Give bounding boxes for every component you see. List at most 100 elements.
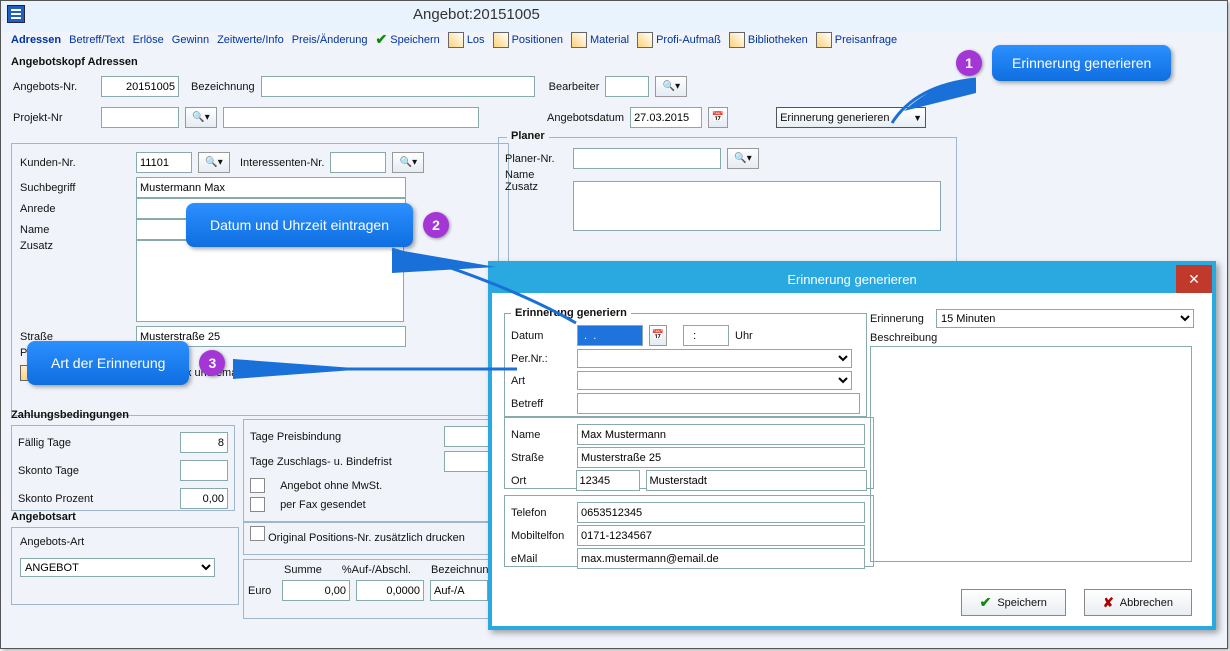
preis-box: Tage Preisbindung Tage Zuschlags- u. Bin…	[243, 419, 497, 523]
menu-profi[interactable]: Profi-Aufmaß	[637, 31, 721, 48]
summe-hdr: Summe	[284, 564, 322, 576]
menu-positionen[interactable]: Positionen	[493, 31, 563, 48]
summe-field[interactable]	[282, 580, 350, 601]
art-select-dialog[interactable]	[577, 371, 852, 390]
calendar-icon[interactable]: 📅	[708, 107, 728, 128]
tage-preis-field[interactable]	[444, 426, 490, 447]
projekt-label: Projekt-Nr	[13, 112, 95, 124]
dplz-field[interactable]	[576, 470, 640, 491]
interessenten-label: Interessenten-Nr.	[240, 157, 324, 169]
erinnerung-select[interactable]: 15 Minuten	[936, 309, 1194, 328]
euro-label: Euro	[248, 585, 276, 597]
planer-legend: Planer	[507, 130, 549, 142]
planer-nr-field[interactable]	[573, 148, 721, 169]
summe-box: Summe%Auf-/Abschl.Bezeichnung Euro	[243, 559, 513, 619]
angebotsdatum-label: Angebotsdatum	[547, 112, 624, 124]
beschreibung-field[interactable]	[870, 346, 1192, 562]
origpos-check[interactable]	[250, 526, 265, 541]
reminder-dialog: Erinnerung generieren ✕ Erinnerung gener…	[488, 261, 1216, 630]
callout-3-text: Art der Erinnerung	[27, 341, 189, 385]
material-icon	[571, 32, 587, 48]
date-picker-icon[interactable]: 📅	[649, 325, 667, 346]
menu-gewinn[interactable]: Gewinn	[172, 31, 209, 48]
datum-field[interactable]	[577, 325, 643, 346]
mobil-field[interactable]	[577, 525, 865, 546]
kunden-lookup[interactable]: 🔍▾	[198, 152, 230, 173]
callout-1-text: Erinnerung generieren	[992, 45, 1171, 81]
planer-zusatz-field[interactable]	[573, 181, 941, 231]
art-select[interactable]: ANGEBOT	[20, 558, 215, 577]
uhr-label: Uhr	[735, 330, 753, 342]
anrede-label: Anrede	[20, 203, 130, 215]
suchbegriff-field[interactable]	[136, 177, 406, 198]
interessenten-lookup[interactable]: 🔍▾	[392, 152, 424, 173]
menu-bibliotheken[interactable]: Bibliotheken	[729, 31, 808, 48]
callout-2-num: 2	[423, 212, 449, 238]
projekt-lookup[interactable]: 🔍▾	[185, 107, 217, 128]
kunden-nr-field[interactable]	[136, 152, 192, 173]
menu-los[interactable]: Los	[448, 31, 485, 48]
telefon-field[interactable]	[577, 502, 865, 523]
menu-adressen[interactable]: Adressen	[11, 31, 61, 48]
interessenten-field[interactable]	[330, 152, 386, 173]
bearbeiter-lookup[interactable]: 🔍▾	[655, 76, 687, 97]
los-icon	[448, 32, 464, 48]
pernr-select[interactable]	[577, 349, 852, 368]
telefon-label: Telefon	[511, 507, 571, 519]
app-icon	[7, 5, 25, 23]
x-icon: ✘	[1103, 595, 1114, 611]
menu-betreff[interactable]: Betreff/Text	[69, 31, 124, 48]
bearbeiter-field[interactable]	[605, 76, 649, 97]
zusatz-label: Zusatz	[20, 240, 130, 252]
skonto-tage-field[interactable]	[180, 460, 228, 481]
dialog-save-button[interactable]: ✔Speichern	[961, 589, 1066, 616]
menu-material[interactable]: Material	[571, 31, 629, 48]
dname-field[interactable]	[577, 424, 865, 445]
tage-zuschlag-label: Tage Zuschlags- u. Bindefrist	[250, 456, 392, 468]
check-icon: ✔	[376, 31, 388, 48]
menu-speichern[interactable]: ✔Speichern	[376, 31, 440, 48]
dstrasse-field[interactable]	[577, 447, 865, 468]
bezeichnung-field[interactable]	[261, 76, 535, 97]
planer-lookup[interactable]: 🔍▾	[727, 148, 759, 169]
dialog-close-button[interactable]: ✕	[1176, 265, 1212, 293]
erinnerung-row: Erinnerung15 Minuten Beschreibung	[870, 309, 1194, 565]
perfax-check[interactable]	[250, 497, 265, 512]
email-field[interactable]	[577, 548, 865, 569]
angebotsdatum-field[interactable]	[630, 107, 702, 128]
dort-field[interactable]	[646, 470, 868, 491]
skonto-proz-field[interactable]	[180, 488, 228, 509]
menu-zeitwerte[interactable]: Zeitwerte/Info	[217, 31, 284, 48]
dstrasse-label: Straße	[511, 452, 571, 464]
menu-preis[interactable]: Preis/Änderung	[292, 31, 368, 48]
bezeich-field[interactable]	[430, 580, 488, 601]
ohne-mwst-check[interactable]	[250, 478, 265, 493]
callout-2: Datum und Uhrzeit eintragen 2	[186, 203, 449, 247]
menu-erloese[interactable]: Erlöse	[133, 31, 164, 48]
dname-label: Name	[511, 429, 571, 441]
faellig-field[interactable]	[180, 432, 228, 453]
dialog-title: Erinnerung generieren	[787, 272, 916, 287]
projekt-desc-field[interactable]	[223, 107, 479, 128]
callout-3-tail	[227, 355, 527, 385]
planer-nr-label: Planer-Nr.	[505, 153, 567, 165]
betreff-field[interactable]	[577, 393, 860, 414]
email-label: eMail	[511, 553, 571, 565]
art-label: Angebots-Art	[20, 536, 230, 548]
tage-zuschlag-field[interactable]	[444, 451, 490, 472]
projekt-field[interactable]	[101, 107, 179, 128]
angebots-nr-field[interactable]	[101, 76, 179, 97]
suchbegriff-label: Suchbegriff	[20, 182, 130, 194]
positionen-icon	[493, 32, 509, 48]
callout-2-text: Datum und Uhrzeit eintragen	[186, 203, 413, 247]
uhr-field[interactable]	[683, 325, 729, 346]
origpos-label: Original Positions-Nr. zusätzlich drucke…	[268, 532, 465, 544]
callout-1-tail	[886, 73, 976, 133]
menu-preisanfrage[interactable]: Preisanfrage	[816, 31, 897, 48]
kunden-nr-label: Kunden-Nr.	[20, 157, 130, 169]
zusatz-field[interactable]	[136, 240, 404, 322]
bearbeiter-label: Bearbeiter	[549, 81, 600, 93]
skonto-proz-label: Skonto Prozent	[18, 493, 93, 505]
aufabschl-field[interactable]	[356, 580, 424, 601]
dialog-cancel-button[interactable]: ✘Abbrechen	[1084, 589, 1192, 616]
